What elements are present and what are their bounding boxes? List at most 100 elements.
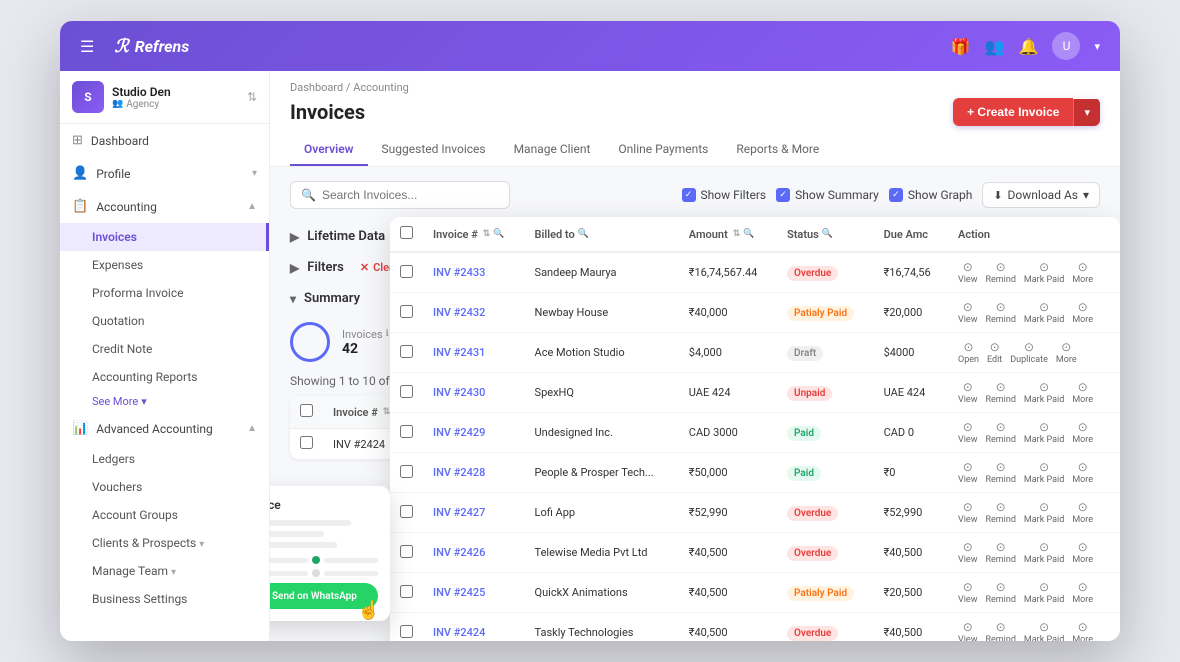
action-view-button[interactable]: ⊙ View <box>958 620 977 641</box>
sidebar-item-vouchers[interactable]: Vouchers <box>60 473 269 501</box>
action-mark-paid-button[interactable]: ⊙ Mark Paid <box>1024 540 1064 565</box>
action-more-button[interactable]: ⊙ More <box>1072 380 1093 405</box>
profile-expand-icon[interactable]: ⇅ <box>247 90 257 104</box>
action-more-button[interactable]: ⊙ More <box>1072 460 1093 485</box>
ov-status-filter-icon[interactable]: 🔍 <box>822 229 833 239</box>
action-more-button[interactable]: ⊙ More <box>1072 620 1093 641</box>
create-invoice-button[interactable]: + Create Invoice <box>953 98 1073 126</box>
sidebar-item-quotation[interactable]: Quotation <box>60 307 269 335</box>
show-filters-toggle[interactable]: ✓ Show Filters <box>682 188 767 202</box>
sidebar-item-credit-note[interactable]: Credit Note <box>60 335 269 363</box>
action-view-button[interactable]: ⊙ View <box>958 500 977 525</box>
action-mark-paid-button[interactable]: ⊙ Mark Paid <box>1024 500 1064 525</box>
create-invoice-button-group[interactable]: + Create Invoice ▾ <box>953 98 1100 126</box>
row-checkbox-cell[interactable] <box>390 533 423 573</box>
search-box[interactable]: 🔍 <box>290 181 510 209</box>
user-avatar[interactable]: U <box>1052 32 1080 60</box>
tab-suggested[interactable]: Suggested Invoices <box>368 134 500 166</box>
action-view-button[interactable]: ⊙ View <box>958 300 977 325</box>
action-more-button[interactable]: ⊙ More <box>1072 500 1093 525</box>
row-checkbox-cell[interactable] <box>390 373 423 413</box>
hamburger-icon[interactable]: ☰ <box>80 37 94 56</box>
ov-inv-filter-icon[interactable]: 🔍 <box>493 229 504 239</box>
action-remind-button[interactable]: ⊙ Remind <box>985 540 1015 565</box>
row-checkbox-cell[interactable] <box>390 333 423 373</box>
sidebar-item-account-groups[interactable]: Account Groups <box>60 501 269 529</box>
row-checkbox-cell[interactable] <box>390 293 423 333</box>
action-more-button[interactable]: ⊙ More <box>1072 580 1093 605</box>
action-remind-button[interactable]: ⊙ Remind <box>985 500 1015 525</box>
action-mark-paid-button[interactable]: ⊙ Mark Paid <box>1024 460 1064 485</box>
see-more-button[interactable]: See More ▾ <box>60 391 269 412</box>
sidebar-item-ledgers[interactable]: Ledgers <box>60 445 269 473</box>
sidebar-item-profile[interactable]: 👤 Profile ▾ <box>60 157 269 190</box>
action-remind-button[interactable]: ⊙ Remind <box>985 460 1015 485</box>
tab-overview[interactable]: Overview <box>290 134 368 166</box>
sidebar-item-advanced[interactable]: 📊 Advanced Accounting ▲ <box>60 412 269 445</box>
ov-select-all[interactable] <box>400 226 413 239</box>
user-dropdown-icon[interactable]: ▾ <box>1094 40 1100 53</box>
gift-icon[interactable]: 🎁 <box>951 37 971 56</box>
action-remind-button[interactable]: ⊙ Remind <box>985 420 1015 445</box>
search-input[interactable] <box>322 188 499 202</box>
action-remind-button[interactable]: ⊙ Remind <box>985 260 1015 285</box>
sidebar-item-accounting[interactable]: 📋 Accounting ▲ <box>60 190 269 223</box>
sidebar-item-expenses[interactable]: Expenses <box>60 251 269 279</box>
row-checkbox-cell[interactable] <box>390 613 423 642</box>
action-mark-paid-button[interactable]: ⊙ Mark Paid <box>1024 300 1064 325</box>
sidebar-item-dashboard[interactable]: ⊞ Dashboard <box>60 124 269 157</box>
bell-icon[interactable]: 🔔 <box>1019 37 1039 56</box>
sidebar-item-clients[interactable]: Clients & Prospects ▾ <box>60 529 269 557</box>
action-view-button[interactable]: ⊙ View <box>958 460 977 485</box>
people-icon[interactable]: 👥 <box>985 37 1005 56</box>
sidebar-item-proforma[interactable]: Proforma Invoice <box>60 279 269 307</box>
action-remind-button[interactable]: ⊙ Remind <box>985 380 1015 405</box>
row-checkbox-cell[interactable] <box>390 453 423 493</box>
ov-inv-sort-icon[interactable]: ⇅ <box>483 229 491 239</box>
download-button[interactable]: ⬇ Download As ▾ <box>982 182 1100 208</box>
action-edit-button[interactable]: ⊙ Edit <box>987 340 1002 365</box>
show-summary-toggle[interactable]: ✓ Show Summary <box>776 188 879 202</box>
row-checkbox-cell[interactable] <box>390 413 423 453</box>
sidebar-item-business-settings[interactable]: Business Settings <box>60 585 269 613</box>
action-view-button[interactable]: ⊙ View <box>958 380 977 405</box>
action-mark-paid-button[interactable]: ⊙ Mark Paid <box>1024 420 1064 445</box>
sidebar-item-accounting-reports[interactable]: Accounting Reports <box>60 363 269 391</box>
row-checkbox-cell[interactable] <box>390 573 423 613</box>
action-view-button[interactable]: ⊙ View <box>958 420 977 445</box>
action-mark-paid-button[interactable]: ⊙ Mark Paid <box>1024 380 1064 405</box>
action-duplicate-button[interactable]: ⊙ Duplicate <box>1010 340 1048 365</box>
action-remind-button[interactable]: ⊙ Remind <box>985 620 1015 641</box>
row-checkbox-cell[interactable] <box>290 429 323 460</box>
action-view-button[interactable]: ⊙ View <box>958 540 977 565</box>
show-graph-checkbox[interactable]: ✓ <box>889 188 903 202</box>
select-all-checkbox[interactable] <box>300 404 313 417</box>
show-filters-checkbox[interactable]: ✓ <box>682 188 696 202</box>
row-checkbox-cell[interactable] <box>390 252 423 293</box>
action-mark-paid-button[interactable]: ⊙ Mark Paid <box>1024 260 1064 285</box>
action-open-button[interactable]: ⊙ Open <box>958 340 979 365</box>
action-view-button[interactable]: ⊙ View <box>958 260 977 285</box>
tab-online-payments[interactable]: Online Payments <box>604 134 722 166</box>
action-more-button[interactable]: ⊙ More <box>1072 260 1093 285</box>
sidebar-item-manage-team[interactable]: Manage Team ▾ <box>60 557 269 585</box>
action-more-button[interactable]: ⊙ More <box>1056 340 1077 365</box>
action-remind-button[interactable]: ⊙ Remind <box>985 580 1015 605</box>
ov-amt-sort-icon[interactable]: ⇅ <box>733 229 741 239</box>
sidebar-item-invoices[interactable]: Invoices <box>60 223 269 251</box>
action-mark-paid-button[interactable]: ⊙ Mark Paid <box>1024 580 1064 605</box>
action-more-button[interactable]: ⊙ More <box>1072 300 1093 325</box>
ov-billed-filter-icon[interactable]: 🔍 <box>578 229 589 239</box>
action-mark-paid-button[interactable]: ⊙ Mark Paid <box>1024 620 1064 641</box>
action-more-button[interactable]: ⊙ More <box>1072 540 1093 565</box>
create-invoice-dropdown[interactable]: ▾ <box>1073 99 1100 126</box>
action-view-button[interactable]: ⊙ View <box>958 580 977 605</box>
show-graph-toggle[interactable]: ✓ Show Graph <box>889 188 972 202</box>
show-summary-checkbox[interactable]: ✓ <box>776 188 790 202</box>
tab-reports[interactable]: Reports & More <box>722 134 833 166</box>
sidebar-profile[interactable]: S Studio Den 👥 Agency ⇅ <box>60 71 269 124</box>
action-more-button[interactable]: ⊙ More <box>1072 420 1093 445</box>
action-remind-button[interactable]: ⊙ Remind <box>985 300 1015 325</box>
row-checkbox-cell[interactable] <box>390 493 423 533</box>
ov-amt-filter-icon[interactable]: 🔍 <box>743 229 754 239</box>
